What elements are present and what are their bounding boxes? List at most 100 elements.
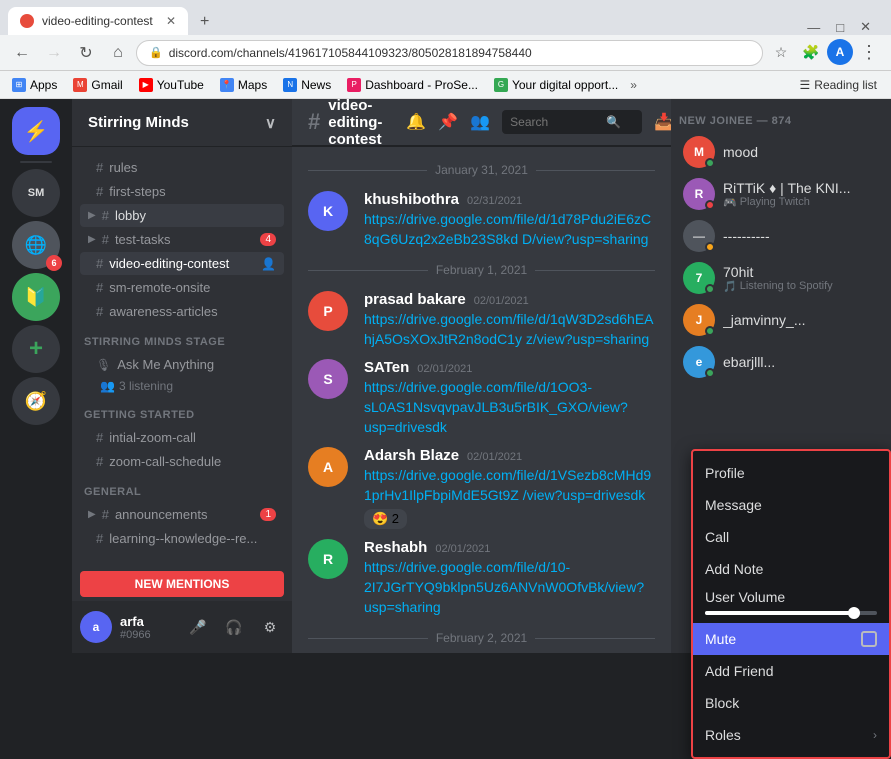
search-bar[interactable]: 🔍 [502,110,642,134]
bookmark-digital[interactable]: G Your digital opport... [490,76,622,94]
volume-slider-track[interactable] [705,611,877,615]
notification-icon[interactable]: 🔔 [406,112,426,132]
channel-item-awareness[interactable]: # awareness-articles [80,300,284,323]
more-bookmarks-button[interactable]: » [630,78,637,92]
bookmark-maps[interactable]: 📍 Maps [216,76,271,94]
channel-item-rules[interactable]: # rules [80,156,284,179]
channel-item-sm-remote[interactable]: # sm-remote-onsite [80,276,284,299]
search-input[interactable] [510,115,600,129]
msg-author-3[interactable]: SATen [364,359,409,376]
member-item-jamvinny[interactable]: J _jamvinny_... [675,300,887,340]
msg-author-2[interactable]: prasad bakare [364,291,466,308]
ctx-item-add-friend[interactable]: Add Friend [693,655,889,687]
channel-item-announcements[interactable]: ▶ # announcements 1 [80,503,284,526]
reading-list-button[interactable]: ☰ Reading list [794,76,883,94]
channel-item-learning[interactable]: # learning--knowledge--re... [80,527,284,550]
add-server-button[interactable]: + [12,325,60,373]
channel-item-zoom-schedule[interactable]: # zoom-call-schedule [80,450,284,473]
channel-zoom-call-label: intial-zoom-call [109,430,196,445]
settings-button[interactable]: ⚙ [256,613,284,641]
stage-listeners: 👥 3 listening [72,377,292,397]
channel-item-zoom-call[interactable]: # intial-zoom-call [80,426,284,449]
channel-video-editing-label: video-editing-contest [109,256,229,271]
member-item-rittik[interactable]: R RiTTiK ♦ | The KNI... 🎮 Playing Twitch [675,174,887,214]
forward-button[interactable]: → [40,39,68,67]
date-text-feb2: February 2, 2021 [436,631,527,645]
bookmark-youtube[interactable]: ▶ YouTube [135,76,208,94]
channel-item-first-steps[interactable]: # first-steps [80,180,284,203]
member-item-dash[interactable]: — ---------- [675,216,887,256]
channel-item-video-editing[interactable]: # video-editing-contest 👤 [80,252,284,275]
msg-author-4[interactable]: Adarsh Blaze [364,447,459,464]
channel-zoom-schedule-label: zoom-call-schedule [109,454,221,469]
bookmark-star-button[interactable]: ☆ [767,39,795,67]
mute-button[interactable]: 🎤 [184,613,212,641]
profile-button[interactable]: A [827,39,853,65]
server-icon-2[interactable]: 🌐 6 [12,221,60,269]
msg-timestamp-5: 02/01/2021 [435,543,490,555]
channel-item-test-tasks[interactable]: ▶ # test-tasks 4 [80,228,284,251]
server-icon-3[interactable]: 🔰 [12,273,60,321]
ctx-user-volume-label: User Volume [705,589,877,605]
date-divider-feb2: February 2, 2021 [292,623,671,653]
new-tab-button[interactable]: + [192,9,217,35]
bookmark-gmail-label: Gmail [91,78,122,92]
msg-author-1[interactable]: khushibothra [364,191,459,208]
address-bar[interactable]: 🔒 discord.com/channels/41961710584410932… [136,40,763,66]
stage-category: STIRRING MINDS STAGE [72,324,292,352]
member-name-jamvinny: _jamvinny_... [723,312,879,328]
chevron-down-icon: ∨ [265,114,276,132]
url-text: discord.com/channels/419617105844109323/… [169,46,532,60]
ctx-item-profile[interactable]: Profile [693,457,889,489]
channel-item-lobby[interactable]: ▶ # lobby [80,204,284,227]
bookmark-dashboard[interactable]: P Dashboard - ProSe... [343,76,482,94]
channels-list: # rules # first-steps ▶ # lobby ▶ # test… [72,147,292,567]
menu-button[interactable]: ⋮ [855,39,883,67]
bookmark-news[interactable]: N News [279,76,335,94]
channel-sidebar: Stirring Minds ∨ # rules # first-steps ▶… [72,99,292,653]
bookmark-gmail[interactable]: M Gmail [69,76,126,94]
ctx-item-mute[interactable]: Mute [693,623,889,655]
pin-icon[interactable]: 📌 [438,112,458,132]
members-category-label: NEW JOINEE — 874 [671,99,891,131]
volume-slider-thumb[interactable] [848,607,860,619]
msg-text-5: https://drive.google.com/file/d/10-2I7JG… [364,558,655,617]
explore-servers-button[interactable]: 🧭 [12,377,60,425]
server-icon-discord[interactable]: ⚡ [12,107,60,155]
new-mentions-button[interactable]: NEW MENTIONS [80,571,284,597]
discord-app: ⚡ SM 🌐 6 🔰 + 🧭 Stirring Minds ∨ # rules … [0,99,891,653]
submenu-arrow-icon: › [873,728,877,742]
server-icon-1[interactable]: SM [12,169,60,217]
ctx-item-block[interactable]: Block [693,687,889,719]
msg-timestamp-2: 02/01/2021 [474,295,529,307]
maximize-button[interactable]: □ [836,20,844,35]
member-name-rittik: RiTTiK ♦ | The KNI... [723,180,879,196]
deafen-button[interactable]: 🎧 [220,613,248,641]
members-icon[interactable]: 👥 [470,112,490,132]
server-header[interactable]: Stirring Minds ∨ [72,99,292,147]
member-item-mood[interactable]: M mood [675,132,887,172]
home-button[interactable]: ⌂ [104,39,132,67]
ctx-item-add-note[interactable]: Add Note [693,553,889,585]
message-group-1: K khushibothra 02/31/2021 https://drive.… [292,187,671,253]
tab-close-icon[interactable]: ✕ [166,14,176,28]
back-button[interactable]: ← [8,39,36,67]
ctx-item-roles[interactable]: Roles › [693,719,889,751]
member-item-ebarjlll[interactable]: e ebarjlll... [675,342,887,382]
reload-button[interactable]: ↻ [72,39,100,67]
extensions-button[interactable]: 🧩 [797,39,825,67]
channel-item-stage[interactable]: 🎙 Ask Me Anything [80,353,284,376]
ctx-item-call[interactable]: Call [693,521,889,553]
active-tab[interactable]: video-editing-contest ✕ [8,7,188,35]
member-item-70hit[interactable]: 7 70hit 🎵 Listening to Spotify [675,258,887,298]
msg-author-5[interactable]: Reshabh [364,539,427,556]
minimize-button[interactable]: — [807,20,820,35]
msg-reaction-4[interactable]: 😍 2 [364,509,407,529]
member-avatar-mood: M [683,136,715,168]
close-button[interactable]: ✕ [860,19,871,35]
bookmark-apps[interactable]: ⊞ Apps [8,76,61,94]
chat-header: # video-editing-contest 🔔 📌 👥 🔍 📥 ? [292,99,671,147]
msg-avatar-3: S [308,359,348,399]
mute-checkbox[interactable] [861,631,877,647]
ctx-item-message[interactable]: Message [693,489,889,521]
